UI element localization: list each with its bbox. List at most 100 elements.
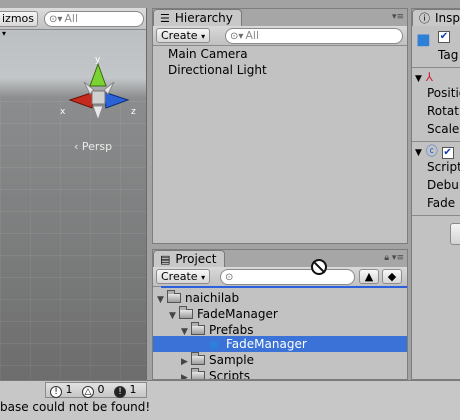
tree-item-label: naichilab [185, 291, 240, 305]
tab-project[interactable]: ▤ Project [153, 250, 226, 267]
filter-type-icon: ▲ [364, 270, 374, 283]
inspector-tab-label: Insp [435, 11, 460, 25]
tab-inspector[interactable]: ⓘ Insp [412, 9, 460, 26]
y-axis-label: y [95, 55, 101, 65]
hierarchy-item[interactable]: Directional Light [168, 62, 267, 78]
info-icon: ⓘ [419, 12, 430, 25]
search-icon: ⊙▾ [230, 31, 244, 42]
y-axis-cone-icon[interactable] [89, 62, 107, 87]
list-icon: ☰ [160, 12, 170, 25]
tree-item-label: FadeManager [197, 307, 278, 321]
gizmo-center-cube-icon[interactable] [91, 90, 106, 105]
hierarchy-tabbar: ☰ Hierarchy ▾≡ [153, 9, 407, 26]
projection-label[interactable]: ‹ Persp [74, 140, 112, 153]
folder-icon [191, 322, 205, 335]
project-tree-item[interactable]: ▶ Sample [181, 352, 254, 368]
label-tag-icon: ◆ [387, 270, 397, 283]
gameobject-cube-icon: ◼ [416, 29, 431, 50]
project-tab-label: Project [175, 252, 217, 266]
drop-indicator-line [161, 286, 407, 288]
scene-search-placeholder: All [64, 12, 79, 25]
hierarchy-search-input[interactable]: ⊙▾ All [225, 28, 403, 44]
component-field-label: Fade [427, 196, 456, 210]
filter-by-type-button[interactable]: ▲ [359, 269, 379, 284]
console-error-message[interactable]: base could not be found! [0, 400, 150, 414]
checkmark-icon: ✔ [438, 31, 450, 43]
separator [412, 215, 460, 216]
chevron-down-icon: ▾ [201, 32, 206, 41]
project-create-button[interactable]: Create ▾ [156, 269, 211, 284]
script-component-header[interactable]: ▼ ⓒ ✔ [415, 143, 454, 159]
transform-icon: ⅄ [425, 70, 434, 84]
tree-item-label: Sample [209, 353, 254, 367]
transform-field-label: Scale [427, 122, 460, 136]
scene-toolbar: izmos ▾ ⊙▾ All [0, 8, 146, 38]
lock-and-menu-icon[interactable]: 🔒︎ ▾≡ [384, 253, 404, 263]
inspector-panel: ⓘ Insp ◼ ✔ Tag ▼ ⅄ Positio Rotati Scale ▼… [411, 8, 460, 380]
hierarchy-create-button[interactable]: Create ▾ [156, 28, 211, 43]
prefab-cube-icon: ◼ [209, 337, 219, 351]
info-circle-icon: ! [114, 386, 126, 398]
tree-item-label: FadeManager [226, 337, 307, 351]
scene-search-input[interactable]: ⊙▾ All [44, 11, 144, 27]
scene-orientation-gizmo[interactable]: y x z [58, 52, 140, 132]
z-axis-cone-icon[interactable] [103, 91, 130, 109]
filter-by-label-button[interactable]: ◆ [382, 269, 402, 284]
hierarchy-item[interactable]: Main Camera [168, 46, 248, 62]
create-label: Create [161, 270, 198, 283]
transform-header[interactable]: ▼ ⅄ [415, 69, 433, 85]
transform-field-label: Rotati [427, 104, 460, 118]
folder-icon [167, 290, 181, 303]
gizmos-dropdown[interactable]: izmos ▾ [0, 11, 38, 38]
inspector-tabbar: ⓘ Insp [412, 9, 460, 26]
expanded-arrow-icon[interactable]: ▼ [181, 324, 191, 340]
folder-icon [191, 368, 205, 379]
add-component-button[interactable] [450, 223, 460, 245]
separator [412, 141, 460, 142]
warning-icon: △ [82, 386, 94, 398]
gizmo-cones [68, 62, 130, 122]
warning-count-value: 0 [97, 383, 105, 396]
component-field-label: Script [427, 160, 460, 174]
z-axis-label: z [131, 107, 136, 117]
x-axis-cone-icon[interactable] [68, 91, 95, 109]
project-search-input[interactable]: ⊙ [220, 269, 355, 285]
project-tree-item[interactable]: ▶ Scripts [181, 368, 250, 379]
error-count[interactable]: ! 1 [50, 383, 73, 398]
project-tree-item[interactable]: ▼ FadeManager [169, 306, 278, 322]
expanded-arrow-icon: ▼ [415, 74, 422, 84]
warning-count[interactable]: △ 0 [82, 383, 105, 398]
project-panel: ▤ Project 🔒︎ ▾≡ Create ▾ ⊙ ▲ ◆ ▼ naichilab… [152, 249, 408, 380]
hierarchy-toolbar: Create ▾ ⊙▾ All [153, 26, 407, 46]
project-tree-item-selected[interactable]: ◼ FadeManager [209, 336, 307, 352]
checkmark-icon[interactable]: ✔ [441, 147, 454, 159]
transform-field-label: Positio [427, 86, 460, 100]
folder-icon [179, 306, 193, 319]
search-icon: ⊙▾ [49, 14, 63, 25]
folder-icon: ▤ [160, 253, 171, 266]
scene-view[interactable]: izmos ▾ ⊙▾ All y x z ‹ Persp [0, 8, 147, 380]
project-toolbar: Create ▾ ⊙ ▲ ◆ [153, 267, 407, 287]
tab-hierarchy[interactable]: ☰ Hierarchy [153, 9, 242, 26]
create-label: Create [161, 29, 198, 42]
tag-label: Tag [438, 48, 459, 62]
collapsed-arrow-icon[interactable]: ▶ [181, 370, 191, 379]
message-count[interactable]: ! 1 [114, 383, 137, 398]
console-counts[interactable]: ! 1 △ 0 ! 1 [45, 382, 147, 398]
component-field-label: Debu [427, 178, 459, 192]
neg-y-cone-icon[interactable] [92, 105, 104, 122]
not-allowed-cursor-icon [311, 259, 327, 275]
chevron-down-icon: ▾ [201, 273, 206, 282]
separator [412, 67, 460, 68]
expanded-arrow-icon[interactable]: ▼ [157, 292, 167, 308]
chevron-down-icon: ▾ [2, 29, 7, 38]
panel-menu-icon[interactable]: ▾≡ [392, 12, 404, 22]
message-count-value: 1 [129, 383, 137, 396]
script-icon: ⓒ [425, 144, 438, 158]
project-tree-item[interactable]: ▼ naichilab [157, 290, 239, 306]
folder-icon [191, 352, 205, 365]
expanded-arrow-icon[interactable]: ▼ [169, 308, 179, 324]
active-checkbox[interactable]: ✔ [438, 29, 450, 43]
error-icon: ! [50, 386, 62, 398]
error-count-value: 1 [65, 383, 73, 396]
